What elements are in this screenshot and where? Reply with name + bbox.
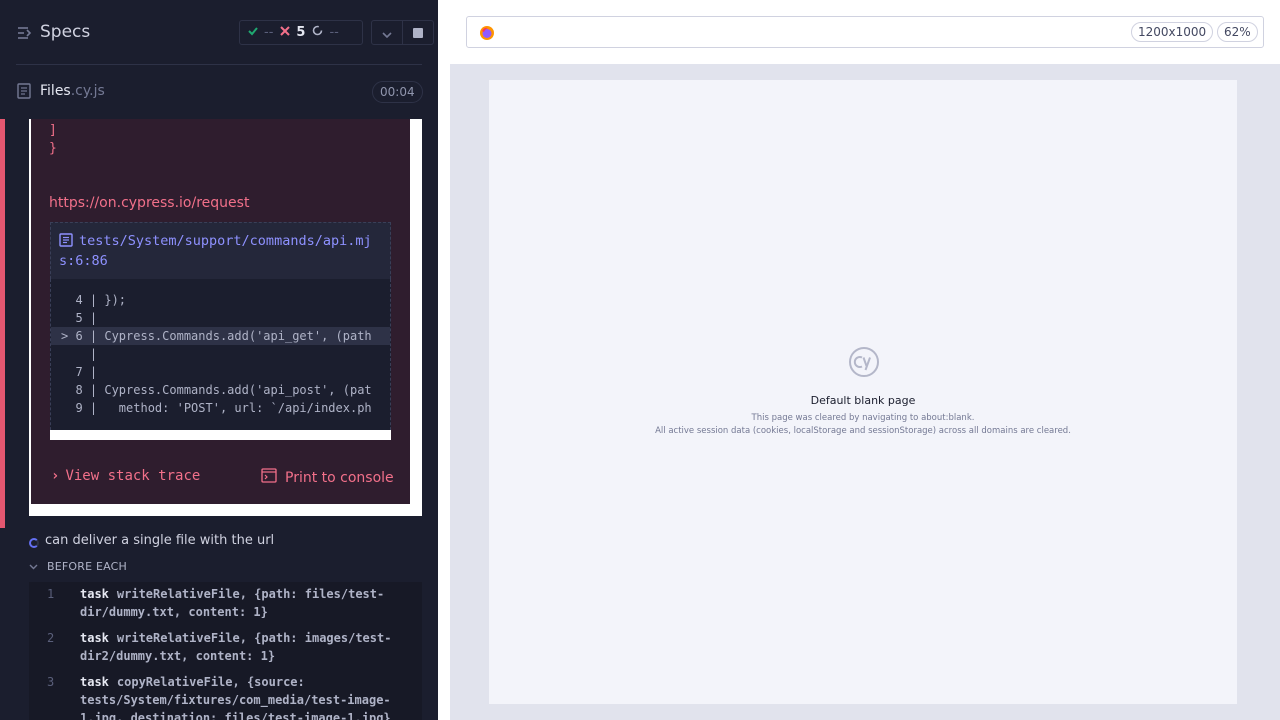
spec-file-row: Files.cy.js 00:04 (0, 65, 438, 119)
check-icon (248, 25, 258, 40)
code-line: 4 | }); (61, 293, 127, 307)
zoom-badge: 62% (1217, 22, 1258, 42)
pending-count: -- (329, 25, 339, 40)
command-message: copyRelativeFile, {source: tests/System/… (80, 675, 391, 720)
failed-count: 5 (296, 25, 306, 40)
aut-iframe[interactable]: Default blank page This page was cleared… (489, 80, 1237, 704)
blank-page-title: Default blank page (810, 394, 916, 407)
code-line-highlighted: > 6 | Cypress.Commands.add('api_get', (p… (51, 327, 390, 345)
passed-stat: -- (248, 25, 273, 40)
code-line: 9 | method: 'POST', url: `/api/index.ph (61, 401, 372, 415)
code-line: | (61, 347, 98, 361)
chevron-down-icon (382, 23, 392, 42)
view-stack-trace-label: View stack trace (65, 468, 201, 484)
specs-list-icon[interactable] (17, 23, 33, 43)
run-controls (371, 20, 434, 45)
code-frame-scrollbar[interactable] (50, 430, 391, 440)
spec-file-base: Files (40, 83, 71, 99)
code-line: 8 | Cypress.Commands.add('api_post', (pa… (61, 383, 372, 397)
command-row[interactable]: 1 task writeRelativeFile, {path: files/te… (29, 582, 422, 626)
command-row[interactable]: 2 task writeRelativeFile, {path: images/t… (29, 626, 422, 670)
chevron-right-icon: › (51, 468, 60, 484)
cypress-logo (848, 346, 880, 378)
test-stats: -- 5 -- (239, 20, 363, 45)
url-bar[interactable]: 1200x1000 62% (466, 16, 1264, 48)
command-name: task (80, 631, 109, 645)
pending-stat: -- (312, 25, 339, 40)
firefox-icon (479, 25, 495, 41)
spec-file-ext: .cy.js (70, 83, 105, 99)
code-line: 7 | (61, 365, 98, 379)
app-window: Specs -- 5 -- Files.cy.js 00:04]} http… (0, 0, 1280, 720)
print-to-console-button[interactable]: Print to console (261, 468, 394, 487)
spec-duration: 00:04 (372, 81, 423, 103)
blank-page-line: This page was cleared by navigating to a… (751, 413, 975, 423)
command-body: task writeRelativeFile, {path: images/tes… (80, 629, 422, 665)
stack-file-path: tests/System/support/commands/api.mjs:6:… (59, 233, 372, 269)
document-icon (59, 233, 73, 247)
test-row[interactable]: can deliver a single file with the url (0, 530, 438, 552)
stop-icon (413, 23, 424, 42)
passed-count: -- (264, 25, 274, 40)
error-code-line: ] (49, 123, 57, 138)
failed-stat: 5 (280, 25, 305, 40)
collapse-button[interactable] (372, 21, 402, 44)
code-line: 5 | (61, 311, 98, 325)
test-title: can deliver a single file with the url (45, 533, 275, 548)
command-number: 3 (47, 675, 55, 689)
chevron-down-icon (29, 560, 39, 573)
hook-header[interactable]: BEFORE EACH (29, 560, 127, 573)
viewport-size-badge[interactable]: 1200x1000 (1131, 22, 1214, 42)
pending-icon (312, 25, 323, 40)
reporter-panel: Specs -- 5 -- Files.cy.js 00:04]} http… (0, 0, 438, 720)
stack-file-link[interactable]: tests/System/support/commands/api.mjs:6:… (50, 222, 391, 279)
error-doc-link[interactable]: https://on.cypress.io/request (49, 195, 249, 211)
command-number: 1 (47, 587, 55, 601)
failed-test-indicator (0, 119, 5, 528)
running-spinner-icon (29, 538, 39, 548)
command-list: 1 task writeRelativeFile, {path: files/te… (29, 582, 422, 720)
x-icon (280, 25, 291, 40)
code-frame: 4 | }); 5 | > 6 | Cypress.Commands.add('… (50, 279, 391, 440)
command-row[interactable]: 3 task copyRelativeFile, {source: tests/S… (29, 670, 422, 720)
command-message: writeRelativeFile, {path: files/test-dir… (80, 587, 385, 619)
stop-button[interactable] (402, 21, 433, 44)
error-panel: ] } https://on.cypress.io/request tests/… (31, 119, 410, 504)
document-icon (17, 83, 31, 103)
hook-label: BEFORE EACH (47, 560, 128, 573)
spec-file-name[interactable]: Files.cy.js (40, 83, 105, 99)
terminal-icon (261, 468, 277, 487)
command-body: task copyRelativeFile, {source: tests/Sys… (80, 673, 422, 720)
error-code-line: } (49, 141, 57, 156)
command-name: task (80, 675, 109, 689)
error-actions: › View stack trace Print to console (31, 459, 410, 495)
print-to-console-label: Print to console (285, 469, 394, 486)
blank-page-line: All active session data (cookies, localS… (655, 426, 1071, 436)
command-message: writeRelativeFile, {path: images/test-di… (80, 631, 392, 663)
specs-header: Specs -- 5 -- (0, 0, 438, 64)
panel-resize-handle[interactable] (438, 0, 450, 720)
view-stack-trace-button[interactable]: › View stack trace (51, 468, 200, 484)
test-runs: ] } https://on.cypress.io/request tests/… (0, 119, 438, 720)
command-number: 2 (47, 631, 55, 645)
specs-title[interactable]: Specs (40, 22, 90, 42)
command-body: task writeRelativeFile, {path: files/test… (80, 585, 422, 621)
command-name: task (80, 587, 109, 601)
